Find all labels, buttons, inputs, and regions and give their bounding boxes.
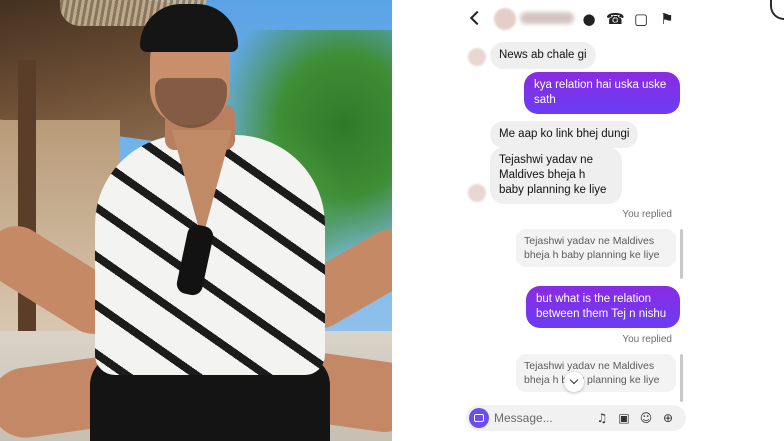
chat-panel: ● ☎ ▢ ⚑ News ab chale gi kya relation ha… [458,0,694,441]
avatar[interactable] [494,8,516,30]
quoted-message[interactable]: Tejashwi yadav ne Maldives bheja h baby … [516,229,676,267]
right-margin [742,0,784,441]
scroll-down-button[interactable] [564,372,584,392]
sticker-icon[interactable]: ● [580,10,598,28]
camera-icon [474,414,484,422]
video-icon[interactable]: ▢ [632,10,650,28]
avatar[interactable] [468,184,486,202]
avatar[interactable] [468,48,486,66]
message-incoming[interactable]: Tejashwi yadav ne Maldives bheja h baby … [490,147,622,204]
message-outgoing[interactable]: but what is the relation between them Te… [526,286,680,328]
chevron-down-icon [569,375,579,385]
flag-icon[interactable]: ⚑ [658,10,676,28]
plus-icon[interactable]: ⊕ [660,410,676,426]
sticker-icon[interactable]: ☺ [638,410,654,426]
camera-button[interactable] [469,408,489,428]
panel-divider [392,0,397,441]
photo-panel [0,0,392,441]
message-incoming[interactable]: Me aap ko link bhej dungi [490,121,639,148]
chat-header: ● ☎ ▢ ⚑ [458,6,694,34]
message-outgoing[interactable]: kya relation hai uska uske sath [524,72,680,114]
microphone-icon[interactable]: ♫ [594,410,610,426]
quote-bar [680,229,683,279]
message-composer: ♫ ▣ ☺ ⊕ [466,405,686,431]
reply-label: You replied [622,209,672,220]
photo-person [0,0,392,441]
quote-bar [680,354,683,402]
gallery-icon[interactable]: ▣ [616,410,632,426]
message-input[interactable] [494,409,584,427]
reply-label: You replied [622,334,672,345]
chevron-left-icon[interactable] [469,10,485,26]
quoted-message[interactable]: Tejashwi yadav ne Maldives bheja h baby … [516,354,676,392]
phone-icon[interactable]: ☎ [606,10,625,28]
person-cap [140,4,238,52]
message-incoming[interactable]: News ab chale gi [490,42,596,69]
contact-name-redacted[interactable] [520,12,574,24]
